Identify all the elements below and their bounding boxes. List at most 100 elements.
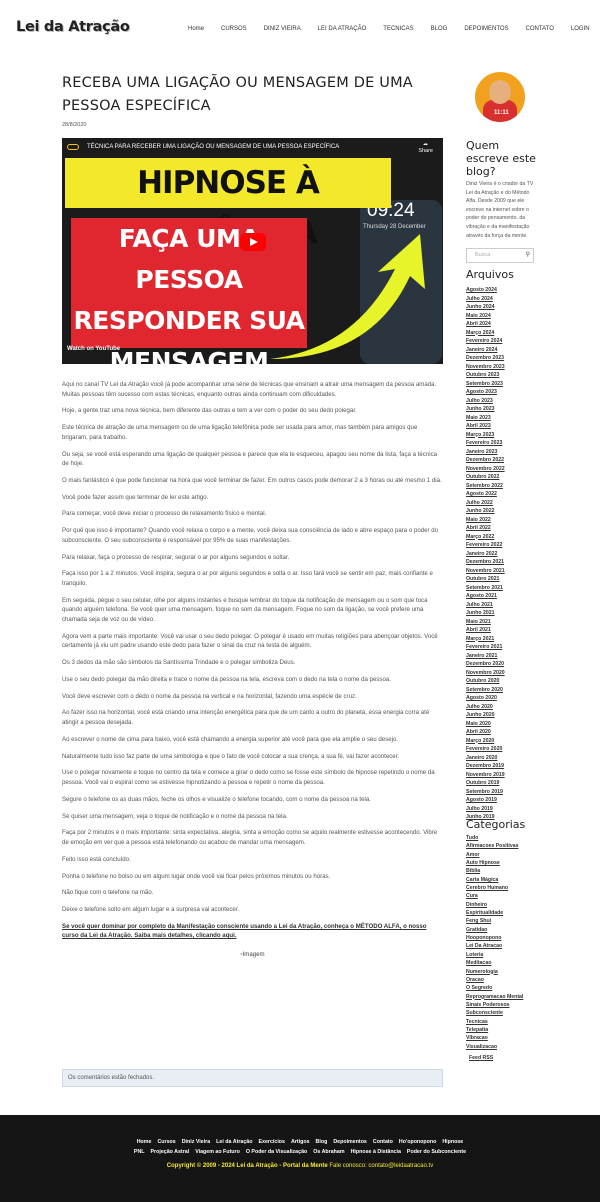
nav-blog[interactable]: BLOG	[431, 26, 448, 34]
footer-link[interactable]: O Poder da Visualização	[246, 1149, 307, 1155]
nav-home[interactable]: Home	[188, 26, 204, 34]
archive-link[interactable]: Janeiro 2020	[466, 754, 536, 763]
footer-link[interactable]: Diniz Vieira	[182, 1139, 210, 1145]
archive-link[interactable]: Julho 2019	[466, 805, 536, 814]
archive-link[interactable]: Setembro 2022	[466, 482, 536, 491]
archive-link[interactable]: Setembro 2020	[466, 686, 536, 695]
nav-tecnicas[interactable]: TECNICAS	[383, 26, 413, 34]
nav-depoimentos[interactable]: DEPOIMENTOS	[464, 26, 508, 34]
archive-link[interactable]: Dezembro 2023	[466, 354, 536, 363]
archive-link[interactable]: Setembro 2023	[466, 380, 536, 389]
archive-link[interactable]: Janeiro 2022	[466, 550, 536, 559]
footer-link[interactable]: Projeção Astral	[151, 1149, 190, 1155]
category-link[interactable]: Afirmacoes Positivas	[466, 842, 546, 850]
footer-link[interactable]: Viagem ao Futuro	[195, 1149, 240, 1155]
archive-link[interactable]: Dezembro 2021	[466, 558, 536, 567]
archive-link[interactable]: Junho 2020	[466, 711, 536, 720]
archive-link[interactable]: Agosto 2022	[466, 490, 536, 499]
video-title[interactable]: TÉCNICA PARA RECEBER UMA LIGAÇÃO OU MENS…	[87, 144, 339, 150]
archive-link[interactable]: Abril 2021	[466, 626, 536, 635]
category-link[interactable]: Bíblia	[466, 867, 546, 875]
archive-link[interactable]: Maio 2022	[466, 516, 536, 525]
archive-link[interactable]: Julho 2021	[466, 601, 536, 610]
footer-link[interactable]: PNL	[134, 1149, 145, 1155]
footer-link[interactable]: Contato	[373, 1139, 393, 1145]
watch-on-youtube[interactable]: Watch on YouTube	[67, 346, 120, 352]
archive-link[interactable]: Novembro 2019	[466, 771, 536, 780]
footer-link[interactable]: Exercícios	[258, 1139, 285, 1145]
archive-link[interactable]: Julho 2020	[466, 703, 536, 712]
archive-link[interactable]: Fevereiro 2022	[466, 541, 536, 550]
category-link[interactable]: Oracao	[466, 976, 546, 984]
category-link[interactable]: Numerologia	[466, 968, 546, 976]
category-link[interactable]: Hooponopono	[466, 934, 546, 942]
nav-contato[interactable]: CONTATO	[526, 26, 554, 34]
footer-link[interactable]: Blog	[316, 1139, 328, 1145]
archive-link[interactable]: Maio 2023	[466, 414, 536, 423]
archive-link[interactable]: Março 2024	[466, 329, 536, 338]
archive-link[interactable]: Fevereiro 2023	[466, 439, 536, 448]
archive-link[interactable]: Setembro 2019	[466, 788, 536, 797]
category-link[interactable]: O Segredo	[466, 984, 546, 992]
archive-link[interactable]: Maio 2020	[466, 720, 536, 729]
archive-link[interactable]: Setembro 2021	[466, 584, 536, 593]
nav-login[interactable]: LOGIN	[571, 26, 590, 34]
archive-link[interactable]: Março 2022	[466, 533, 536, 542]
archive-link[interactable]: Agosto 2023	[466, 388, 536, 397]
category-link[interactable]: Feng Shui	[466, 917, 546, 925]
category-link[interactable]: Meditacao	[466, 959, 546, 967]
category-link[interactable]: Lei Da Atracao	[466, 942, 546, 950]
archive-link[interactable]: Janeiro 2023	[466, 448, 536, 457]
archive-link[interactable]: Outubro 2019	[466, 779, 536, 788]
archive-link[interactable]: Junho 2021	[466, 609, 536, 618]
category-link[interactable]: Sinais Poderosos	[466, 1001, 546, 1009]
footer-link[interactable]: Hipnose	[442, 1139, 463, 1145]
category-link[interactable]: Gratidao	[466, 926, 546, 934]
category-link[interactable]: Cerebro Humano	[466, 884, 546, 892]
archive-link[interactable]: Novembro 2020	[466, 669, 536, 678]
archive-link[interactable]: Julho 2022	[466, 499, 536, 508]
archive-link[interactable]: Abril 2024	[466, 320, 536, 329]
archive-link[interactable]: Junho 2024	[466, 303, 536, 312]
category-link[interactable]: Dinheiro	[466, 901, 546, 909]
archive-link[interactable]: Abril 2020	[466, 728, 536, 737]
category-link[interactable]: Tecnicas	[466, 1018, 546, 1026]
category-link[interactable]: Tudo	[466, 834, 546, 842]
feed-rss-link[interactable]: Feed RSS	[469, 1054, 546, 1062]
archive-link[interactable]: Agosto 2021	[466, 592, 536, 601]
archive-link[interactable]: Fevereiro 2021	[466, 643, 536, 652]
footer-link[interactable]: Cursos	[157, 1139, 175, 1145]
archive-link[interactable]: Novembro 2022	[466, 465, 536, 474]
search-icon[interactable]: ⚲	[526, 249, 530, 262]
archive-link[interactable]: Agosto 2024	[466, 286, 536, 295]
archive-link[interactable]: Novembro 2023	[466, 363, 536, 372]
site-logo[interactable]: Lei da Atração	[16, 19, 130, 35]
video-embed[interactable]: TÉCNICA PARA RECEBER UMA LIGAÇÃO OU MENS…	[62, 138, 443, 364]
nav-cursos[interactable]: CURSOS	[221, 26, 247, 34]
nav-lei-da-atracao[interactable]: LEI DA ATRAÇÃO	[318, 26, 367, 34]
archive-link[interactable]: Agosto 2019	[466, 796, 536, 805]
share-button[interactable]: ➦ Share	[418, 142, 433, 154]
archive-link[interactable]: Março 2023	[466, 431, 536, 440]
archive-link[interactable]: Agosto 2020	[466, 694, 536, 703]
archive-link[interactable]: Fevereiro 2024	[466, 337, 536, 346]
archive-link[interactable]: Fevereiro 2020	[466, 745, 536, 754]
archive-link[interactable]: Novembro 2021	[466, 567, 536, 576]
archive-link[interactable]: Julho 2024	[466, 295, 536, 304]
archive-link[interactable]: Março 2020	[466, 737, 536, 746]
archive-link[interactable]: Maio 2024	[466, 312, 536, 321]
category-link[interactable]: Subconsciente	[466, 1009, 546, 1017]
category-link[interactable]: Loteria	[466, 951, 546, 959]
archive-link[interactable]: Março 2021	[466, 635, 536, 644]
archive-link[interactable]: Outubro 2020	[466, 677, 536, 686]
footer-link[interactable]: Lei da Atração	[216, 1139, 252, 1145]
search-input[interactable]: Busca ⚲	[466, 248, 534, 263]
archive-link[interactable]: Janeiro 2024	[466, 346, 536, 355]
footer-link[interactable]: Artigos	[291, 1139, 310, 1145]
archive-link[interactable]: Dezembro 2019	[466, 762, 536, 771]
archive-link[interactable]: Junho 2023	[466, 405, 536, 414]
footer-link[interactable]: Depoimentos	[333, 1139, 367, 1145]
category-link[interactable]: Vibracao	[466, 1034, 546, 1042]
category-link[interactable]: Espiritualidade	[466, 909, 546, 917]
archive-link[interactable]: Abril 2022	[466, 524, 536, 533]
